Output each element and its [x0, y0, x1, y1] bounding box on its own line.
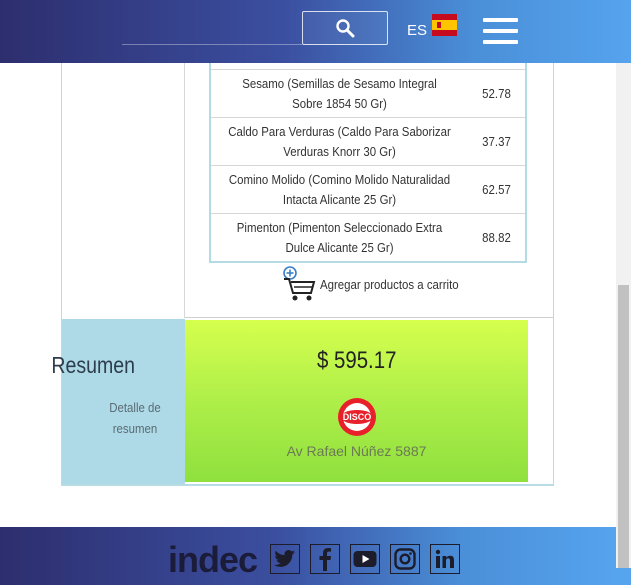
search-input[interactable]	[122, 44, 302, 45]
store-logo-text: DISCO	[343, 412, 372, 422]
footer-edge	[616, 568, 631, 585]
table-row: Sesamo (Semillas de Sesamo Integral Sobr…	[211, 69, 525, 117]
search-button[interactable]	[302, 11, 388, 45]
add-cart-icon	[283, 266, 316, 301]
summary-title: Resumen	[51, 352, 135, 378]
total-amount: $ 595.17	[316, 347, 397, 374]
table-row: Caldo Para Verduras (Caldo Para Saboriza…	[211, 117, 525, 165]
twitter-icon[interactable]	[270, 544, 300, 574]
product-name: Caldo Para Verduras (Caldo Para Saboriza…	[228, 123, 451, 159]
store-logo: DISCO	[338, 398, 376, 436]
top-header: ES	[0, 0, 631, 63]
product-name: Comino Molido (Comino Molido Naturalidad…	[228, 171, 451, 207]
add-to-cart-label: Agregar productos a carrito	[320, 276, 459, 292]
product-price: 52.78	[482, 86, 511, 101]
indec-logo[interactable]: indec	[168, 540, 258, 580]
language-selector[interactable]: ES	[407, 22, 427, 39]
youtube-icon[interactable]	[350, 544, 380, 574]
summary-subtitle: Detalle de resumen	[109, 400, 161, 436]
facebook-icon[interactable]	[310, 544, 340, 574]
product-table: Sesamo (Semillas de Sesamo Integral Sobr…	[209, 63, 527, 263]
scrollbar-thumb[interactable]	[618, 285, 629, 568]
hamburger-menu-icon[interactable]	[483, 18, 518, 46]
product-name: Sesamo (Semillas de Sesamo Integral Sobr…	[242, 75, 437, 111]
footer	[0, 527, 616, 585]
table-row: Pimenton (Pimenton Seleccionado Extra Du…	[211, 213, 525, 261]
table-row: Comino Molido (Comino Molido Naturalidad…	[211, 165, 525, 213]
linkedin-icon[interactable]	[430, 544, 460, 574]
add-to-cart-button[interactable]: Agregar productos a carrito	[282, 266, 478, 302]
search-icon	[336, 19, 355, 38]
product-price: 88.82	[482, 230, 511, 245]
card-bottom-border	[61, 484, 554, 486]
store-address: Av Rafael Núñez 5887	[286, 443, 427, 459]
spain-flag-icon[interactable]	[432, 14, 457, 36]
instagram-icon[interactable]	[390, 544, 420, 574]
product-price: 62.57	[482, 182, 511, 197]
product-price: 37.37	[482, 134, 511, 149]
product-name: Pimenton (Pimenton Seleccionado Extra Du…	[236, 219, 443, 255]
